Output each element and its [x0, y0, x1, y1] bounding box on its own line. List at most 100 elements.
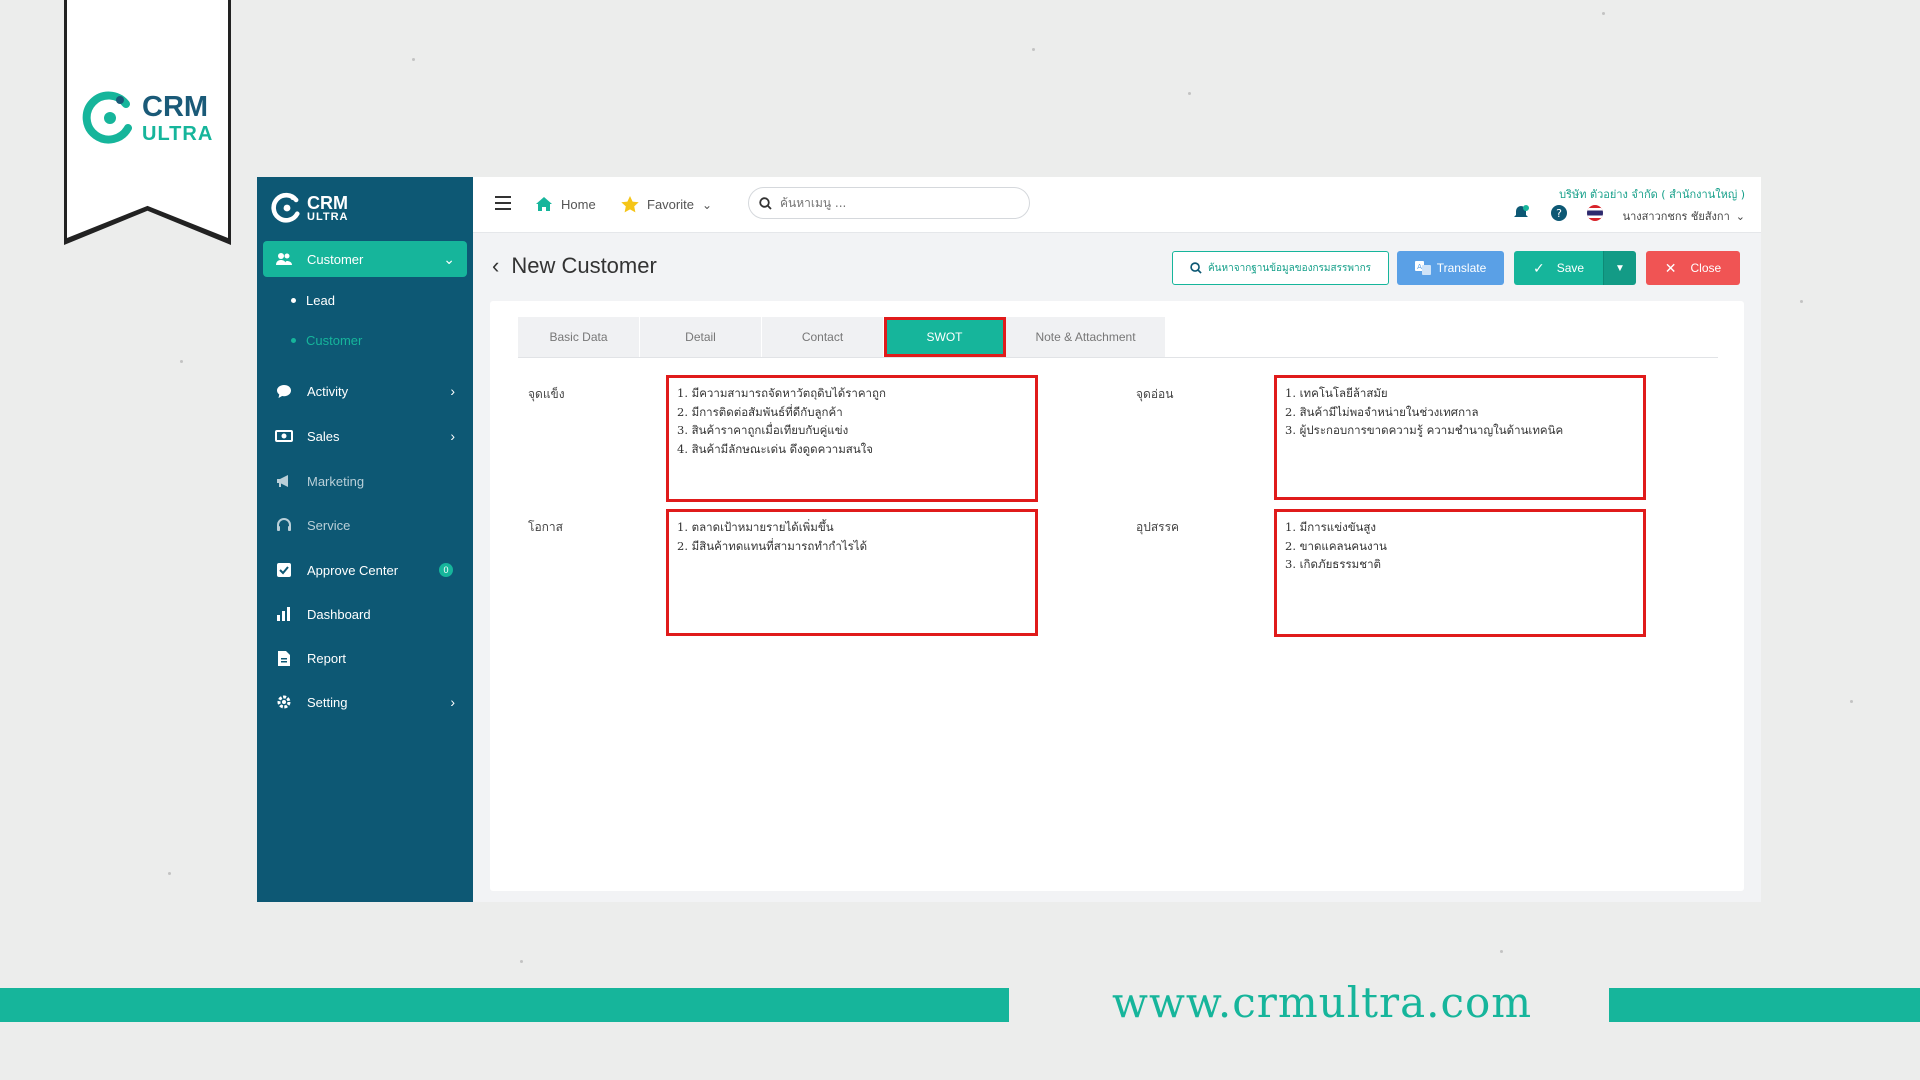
chevron-right-icon: › — [450, 383, 455, 399]
gov-search-label: ค้นหาจากฐานข้อมูลของกรมสรรพากร — [1207, 262, 1371, 274]
gov-search-button[interactable]: ค้นหาจากฐานข้อมูลของกรมสรรพากร — [1172, 251, 1389, 285]
menu-search[interactable] — [748, 187, 1030, 219]
menu-search-input[interactable] — [780, 196, 1010, 210]
translate-icon: A — [1414, 261, 1431, 275]
sidebar-subitem-label: Customer — [306, 333, 363, 348]
home-label: Home — [561, 196, 596, 212]
logo-subword: ULTRA — [142, 122, 214, 145]
sidebar-item-label: Marketing — [307, 473, 365, 489]
sidebar-subitem-customer[interactable]: Customer — [291, 333, 362, 348]
logo-word: CRM — [142, 90, 209, 123]
opportunities-textarea[interactable]: 1. ตลาดเป้าหมายรายได้เพิ่มขึ้น 2. มีสินค… — [666, 509, 1038, 636]
sidebar-item-activity[interactable]: Activity › — [263, 373, 467, 409]
sidebar-item-customer[interactable]: Customer ⌄ — [263, 241, 467, 277]
close-label: Close — [1690, 261, 1722, 275]
back-icon[interactable]: ‹ — [492, 253, 499, 279]
svg-text:A: A — [1417, 263, 1422, 271]
check-icon: ✓ — [1532, 259, 1545, 276]
footer-bar-left — [0, 988, 1009, 1022]
bell-icon[interactable] — [1513, 204, 1531, 222]
help-icon[interactable]: ? — [1551, 205, 1567, 221]
opportunities-line: 2. มีสินค้าทดแทนที่สามารถทำกำไรได้ — [677, 538, 868, 553]
tab-swot[interactable]: SWOT — [884, 317, 1006, 357]
tab-note-attachment[interactable]: Note & Attachment — [1006, 317, 1166, 357]
opportunities-label: โอกาส — [528, 520, 563, 534]
sidebar-item-dashboard[interactable]: Dashboard — [263, 596, 467, 632]
tab-divider — [518, 357, 1718, 358]
bullet-icon — [291, 338, 296, 343]
tab-detail[interactable]: Detail — [640, 317, 762, 357]
chevron-down-icon: ⌄ — [443, 250, 455, 267]
approve-count-badge: 0 — [439, 563, 453, 577]
sidebar-item-marketing[interactable]: Marketing — [263, 463, 467, 499]
save-label: Save — [1556, 261, 1585, 275]
topbar: Home Favorite ⌄ ? บริษัท ตัวอย่าง จำกัด … — [473, 177, 1761, 233]
sidebar-item-label: Customer — [307, 251, 364, 267]
threats-label: อุปสรรค — [1136, 520, 1180, 534]
footer-url[interactable]: www.crmultra.com — [1112, 978, 1532, 1027]
sidebar-item-report[interactable]: Report — [263, 640, 467, 676]
menu-icon[interactable] — [495, 196, 511, 210]
save-options-button[interactable]: ▼ — [1603, 251, 1636, 285]
weaknesses-textarea[interactable]: 1. เทคโนโลยีล้าสมัย 2. สินค้ามีไม่พอจำหน… — [1274, 375, 1646, 500]
megaphone-icon — [273, 474, 295, 488]
users-icon — [273, 252, 295, 266]
crm-logo-icon — [82, 91, 132, 144]
sidebar-logo-word: CRM — [307, 192, 348, 213]
chevron-right-icon: › — [450, 694, 455, 710]
page-title: ‹ New Customer — [492, 253, 657, 279]
home-icon — [536, 197, 552, 211]
weaknesses-line: 1. เทคโนโลยีล้าสมัย — [1285, 386, 1388, 400]
sidebar-item-approve-center[interactable]: Approve Center 0 — [263, 552, 467, 588]
search-icon — [1190, 262, 1202, 274]
tab-contact[interactable]: Contact — [762, 317, 884, 357]
gear-icon — [273, 694, 295, 710]
home-link[interactable]: Home — [535, 196, 596, 212]
threats-line: 2. ขาดแคลนคนงาน — [1285, 538, 1387, 553]
threats-textarea[interactable]: 1. มีการแข่งขันสูง 2. ขาดแคลนคนงาน 3. เก… — [1274, 509, 1646, 637]
sidebar-item-service[interactable]: Service — [263, 507, 467, 543]
strengths-line: 4. สินค้ามีลักษณะเด่น ดึงดูดความสนใจ — [677, 441, 874, 456]
sidebar-item-label: Report — [307, 650, 347, 666]
svg-text:?: ? — [1556, 207, 1562, 220]
main-content: ‹ New Customer ค้นหาจากฐานข้อมูลของกรมสร… — [490, 233, 1744, 891]
sidebar-item-setting[interactable]: Setting › — [263, 684, 467, 720]
save-button[interactable]: ✓ Save — [1514, 251, 1603, 285]
weaknesses-line: 3. ผู้ประกอบการขาดความรู้ ความชำนาญในด้า… — [1285, 423, 1564, 437]
chat-icon — [273, 384, 295, 399]
weaknesses-line: 2. สินค้ามีไม่พอจำหน่ายในช่วงเทศกาล — [1285, 404, 1479, 419]
translate-button[interactable]: A Translate — [1397, 251, 1504, 285]
threats-line: 3. เกิดภัยธรรมชาติ — [1285, 557, 1381, 571]
crm-ultra-logo: CRM ULTRA — [82, 90, 213, 146]
app-window: CRM ULTRA Customer ⌄ Lead Customer Activ… — [257, 177, 1761, 902]
bullet-icon — [291, 298, 296, 303]
weaknesses-label: จุดอ่อน — [1136, 387, 1174, 401]
sidebar-subitem-lead[interactable]: Lead — [291, 293, 335, 308]
cash-icon — [273, 430, 295, 442]
tab-basic-data[interactable]: Basic Data — [518, 317, 640, 357]
thai-flag-icon[interactable] — [1587, 205, 1603, 221]
close-icon: ✕ — [1664, 259, 1677, 276]
user-name: นางสาวกชกร ชัยสังกา — [1622, 210, 1730, 223]
footer-bar-right — [1609, 988, 1920, 1022]
translate-label: Translate — [1436, 261, 1487, 275]
headset-icon — [273, 517, 295, 533]
tab-bar: Basic Data Detail Contact SWOT Note & At… — [518, 317, 1166, 357]
strengths-label: จุดแข็ง — [528, 387, 565, 401]
sidebar-item-label: Activity — [307, 383, 349, 399]
topbar-icons: ? — [1513, 204, 1603, 222]
sidebar-item-label: Approve Center — [307, 562, 399, 578]
sidebar-item-sales[interactable]: Sales › — [263, 418, 467, 454]
strengths-textarea[interactable]: 1. มีความสามารถจัดหาวัตถุดิบได้ราคาถูก 2… — [666, 375, 1038, 502]
sidebar-logo-subword: ULTRA — [307, 210, 349, 223]
close-button[interactable]: ✕ Close — [1646, 251, 1740, 285]
sidebar-subitem-label: Lead — [306, 293, 335, 308]
company-name[interactable]: บริษัท ตัวอย่าง จำกัด ( สำนักงานใหญ่ ) — [1559, 185, 1745, 203]
chevron-right-icon: › — [450, 428, 455, 444]
sidebar-item-label: Sales — [307, 428, 340, 444]
sidebar-logo[interactable]: CRM ULTRA — [257, 177, 473, 239]
user-menu[interactable]: นางสาวกชกร ชัยสังกา ⌄ — [1623, 207, 1745, 225]
favorite-dropdown[interactable]: Favorite ⌄ — [621, 196, 712, 213]
crm-logo-icon — [271, 192, 300, 223]
sidebar-item-label: Service — [307, 517, 351, 533]
